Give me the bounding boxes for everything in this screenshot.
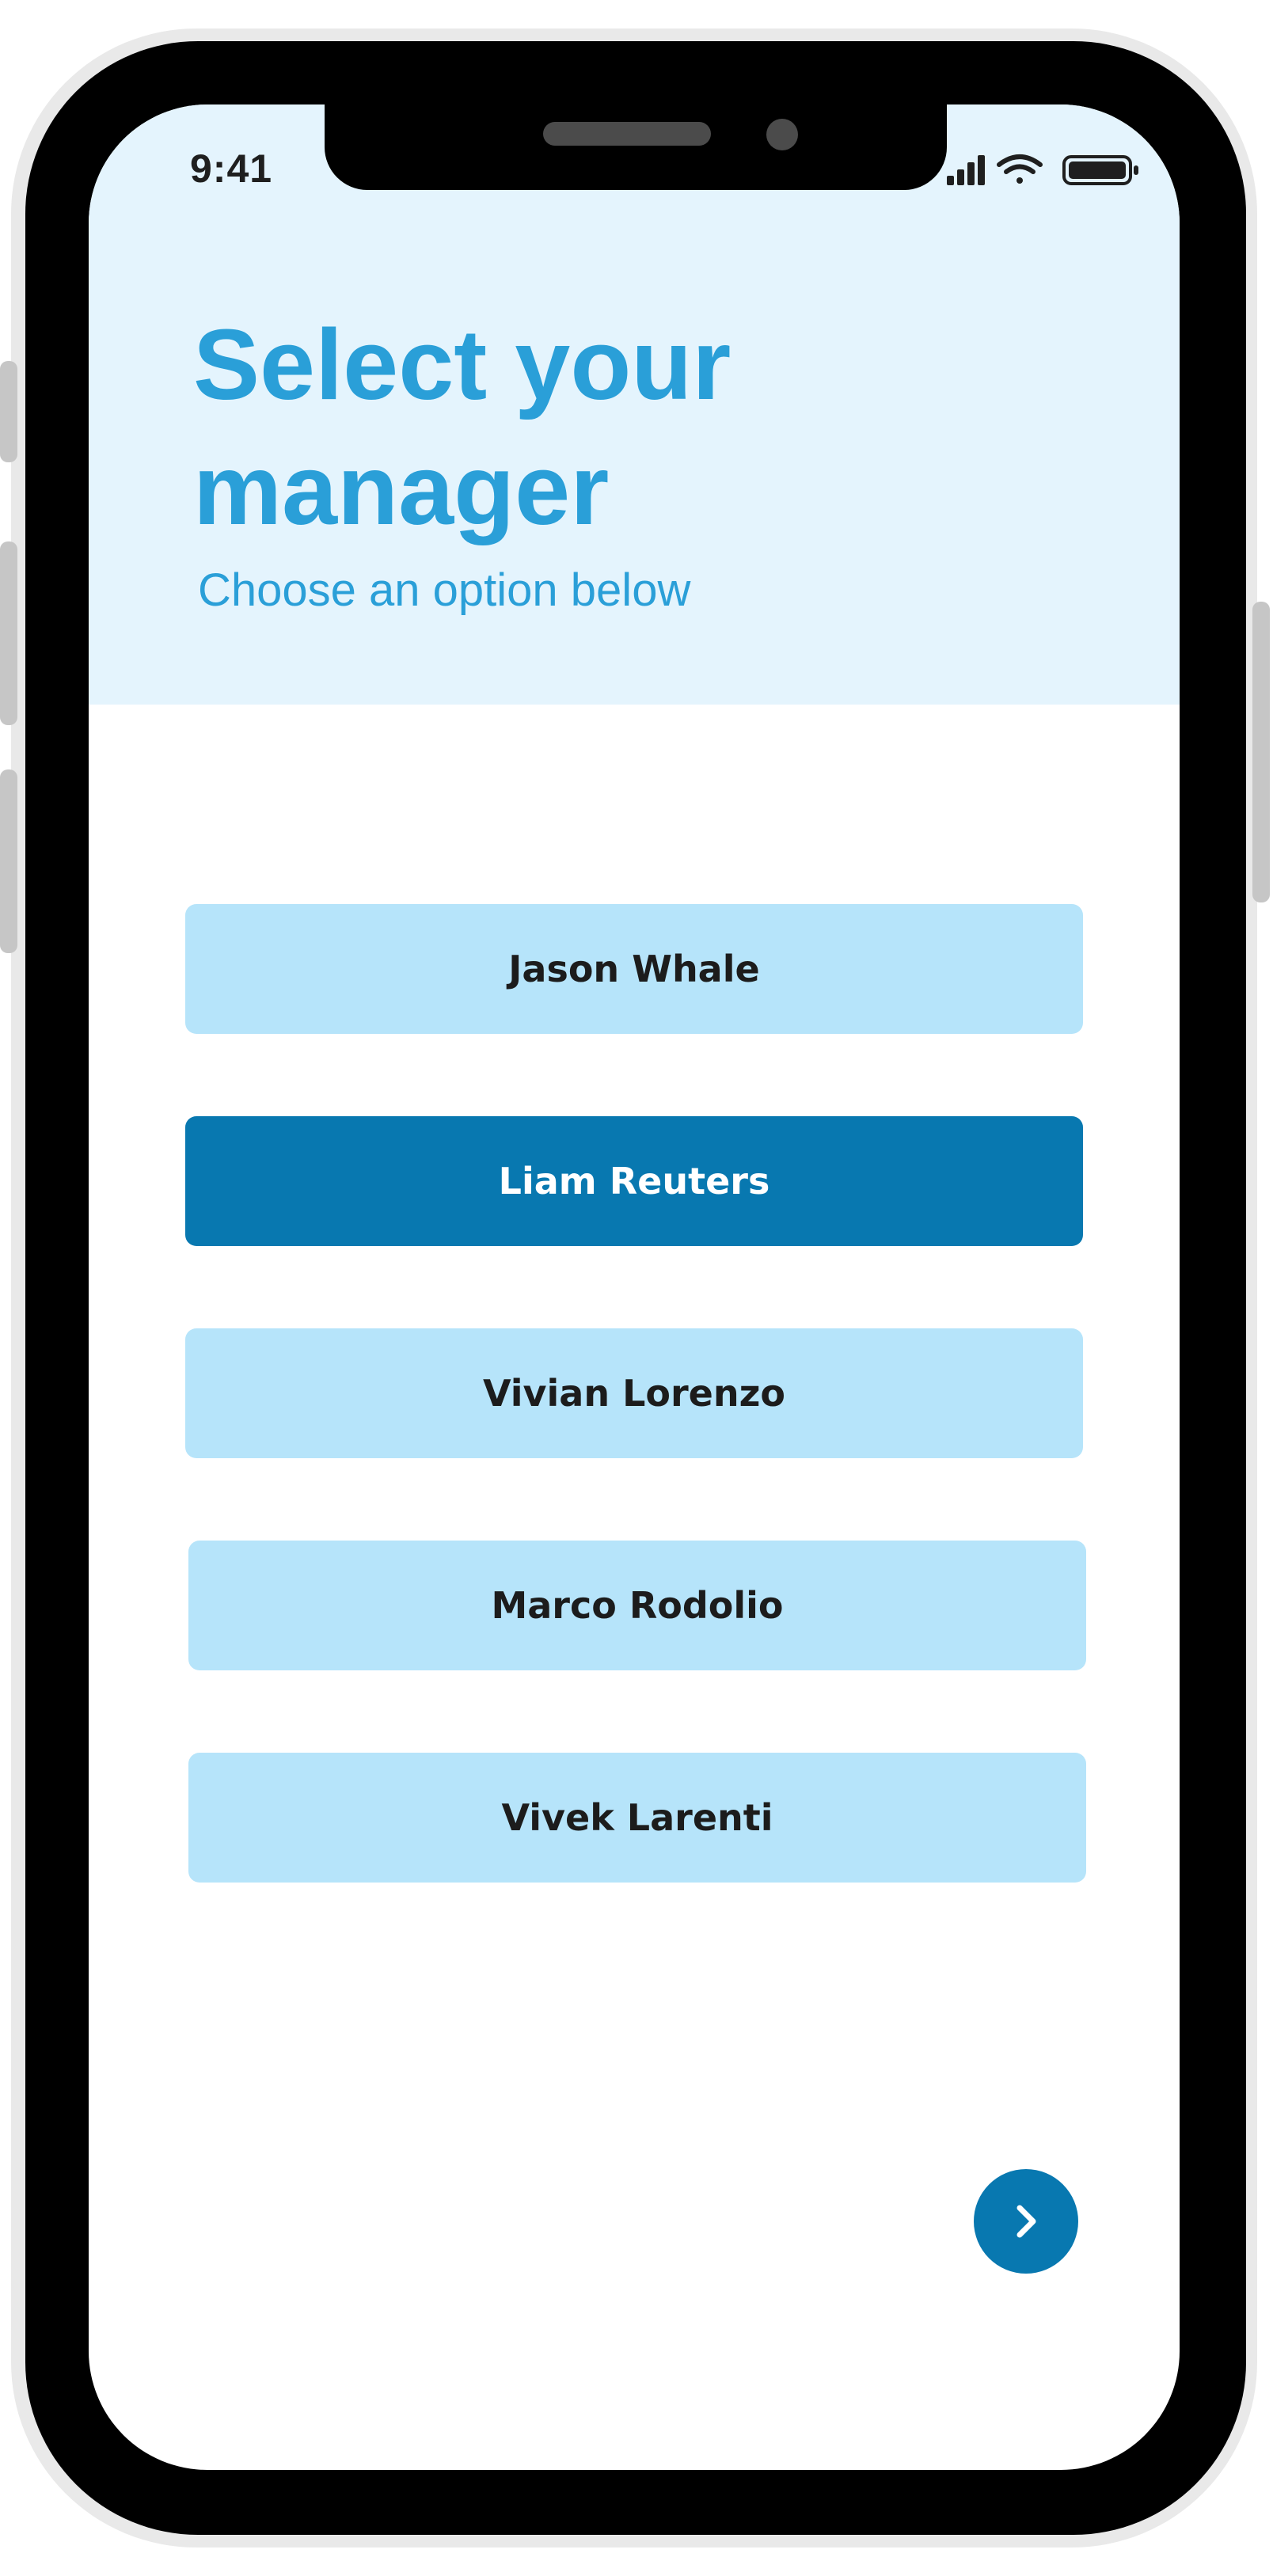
power-button [1252, 602, 1270, 902]
volume-up-button [0, 541, 17, 725]
header-panel: 9:41 Select your manager Choose an optio… [89, 104, 1180, 705]
manager-option-liam-reuters[interactable]: Liam Reuters [185, 1116, 1083, 1246]
next-button[interactable] [974, 2169, 1078, 2274]
manager-option-vivian-lorenzo[interactable]: Vivian Lorenzo [185, 1328, 1083, 1458]
speaker-grille [543, 122, 711, 146]
mute-switch [0, 361, 17, 462]
app-screen: 9:41 Select your manager Choose an optio… [89, 104, 1180, 2470]
wifi-icon [997, 154, 1043, 184]
battery-icon [1062, 155, 1138, 185]
status-time: 9:41 [190, 146, 273, 191]
chevron-right-icon [1016, 2205, 1036, 2238]
page-subtitle: Choose an option below [198, 564, 691, 616]
signal-icon [947, 155, 985, 185]
phone-notch [325, 104, 947, 190]
volume-down-button [0, 769, 17, 953]
manager-option-marco-rodolio[interactable]: Marco Rodolio [188, 1541, 1086, 1670]
page-title: Select your manager [193, 309, 732, 545]
manager-option-jason-whale[interactable]: Jason Whale [185, 904, 1083, 1034]
manager-option-vivek-larenti[interactable]: Vivek Larenti [188, 1753, 1086, 1883]
front-camera [766, 119, 798, 150]
status-icons [947, 154, 1138, 185]
